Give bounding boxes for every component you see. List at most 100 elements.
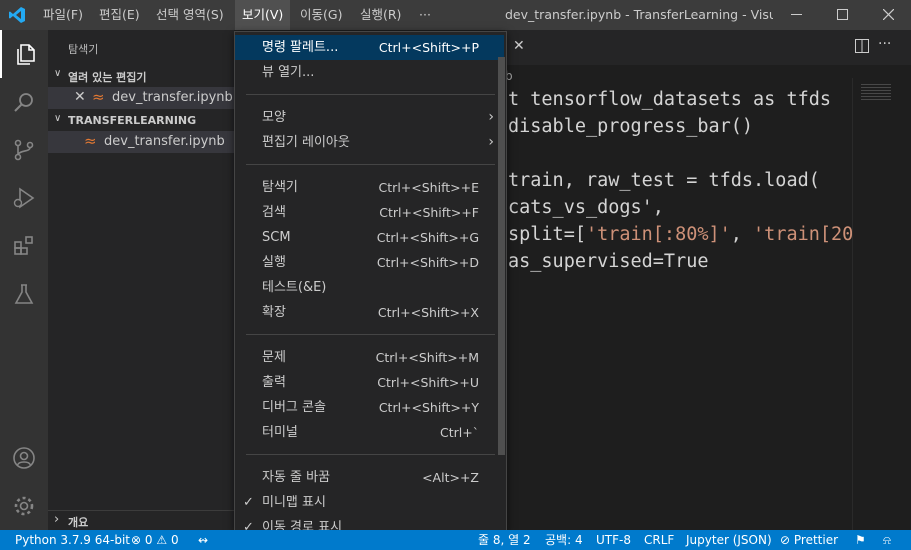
- menu-item-shortcut: Ctrl+<Shift>+M: [375, 350, 479, 365]
- menu-item-label: 자동 줄 바꿈: [262, 470, 331, 485]
- menu-separator: [246, 334, 495, 335]
- project-filename: dev_transfer.ipynb: [104, 134, 225, 149]
- menu-item[interactable]: 자동 줄 바꿈 <Alt>+Z: [235, 465, 504, 490]
- vscode-logo-icon: [8, 6, 26, 24]
- code-line: split=['train[:80%]', 'train[20%: [508, 224, 855, 245]
- menu-item-shortcut: Ctrl+<Shift>+F: [379, 205, 479, 220]
- tab-close-icon[interactable]: ✕: [513, 38, 525, 54]
- menu-view[interactable]: 보기(V): [235, 0, 291, 30]
- notifications-bell-icon[interactable]: ⍾: [883, 530, 891, 550]
- code-token: train, raw_test = tfds.load(: [508, 170, 820, 191]
- code-line: disable_progress_bar(): [508, 116, 753, 137]
- feedback-icon[interactable]: ⚑: [855, 530, 866, 550]
- menu-item[interactable]: 실행 Ctrl+<Shift>+D: [235, 250, 504, 275]
- close-window-button[interactable]: [865, 0, 911, 30]
- checkmark-icon: ✓: [243, 495, 254, 510]
- end-of-line[interactable]: CRLF: [644, 530, 674, 550]
- split-editor-icon: [855, 39, 869, 53]
- code-token: cats_vs_dogs',: [508, 197, 664, 218]
- manage-activity[interactable]: [0, 482, 48, 530]
- menu-item-shortcut: Ctrl+<Shift>+E: [378, 180, 479, 195]
- menu-item[interactable]: ✓ 미니맵 표시: [235, 490, 504, 515]
- menu-separator: [246, 164, 495, 165]
- testing-activity[interactable]: [0, 270, 48, 318]
- menu-go[interactable]: 이동(G): [293, 0, 349, 30]
- code-line: train, raw_test = tfds.load(: [508, 170, 820, 191]
- menu-item[interactable]: 문제 Ctrl+<Shift>+M: [235, 345, 504, 370]
- menu-item-shortcut: Ctrl+<Shift>+X: [377, 305, 479, 320]
- chevron-right-icon: ›: [488, 109, 494, 125]
- extensions-activity[interactable]: [0, 222, 48, 270]
- flask-icon: [14, 284, 34, 304]
- menu-more[interactable]: ···: [412, 0, 438, 30]
- menu-item[interactable]: 터미널 Ctrl+`: [235, 420, 504, 445]
- menu-separator: [246, 94, 495, 95]
- menu-scrollbar[interactable]: [498, 57, 505, 455]
- project-label: TRANSFERLEARNING: [68, 114, 197, 127]
- menu-item[interactable]: 뷰 열기...: [235, 60, 504, 85]
- code-token: split=[: [508, 224, 586, 245]
- menu-item-label: 뷰 열기...: [262, 65, 315, 80]
- open-editors-header[interactable]: ∨ 열려 있는 편집기: [48, 66, 234, 86]
- sidebar-title: 탐색기: [68, 43, 99, 56]
- menu-item[interactable]: 명령 팔레트... Ctrl+<Shift>+P: [235, 35, 504, 60]
- close-icon[interactable]: ✕: [74, 89, 86, 105]
- menu-item-label: 실행: [262, 255, 286, 270]
- string-token: 'train[20%: [753, 224, 855, 245]
- menu-item[interactable]: 검색 Ctrl+<Shift>+F: [235, 200, 504, 225]
- code-line: t tensorflow_datasets as tfds: [508, 89, 831, 110]
- menu-item[interactable]: 확장 Ctrl+<Shift>+X: [235, 300, 504, 325]
- maximize-button[interactable]: [819, 0, 865, 30]
- open-editor-item[interactable]: ✕ ≈ dev_transfer.ipynb: [48, 87, 234, 109]
- code-token: ,: [730, 224, 754, 245]
- menu-item-shortcut: Ctrl+`: [440, 425, 479, 440]
- menu-item[interactable]: 모양 ›: [235, 105, 504, 130]
- indentation[interactable]: 공백: 4: [545, 530, 583, 550]
- chevron-right-icon: ›: [488, 134, 494, 150]
- minimap[interactable]: [852, 78, 909, 533]
- split-editor-button[interactable]: [855, 39, 871, 55]
- menu-item-label: 미니맵 표시: [262, 495, 326, 510]
- menu-item-label: 명령 팔레트...: [262, 40, 339, 55]
- menu-run[interactable]: 실행(R): [353, 0, 408, 30]
- live-share-icon[interactable]: ↭: [198, 530, 208, 550]
- menu-item[interactable]: 편집기 레이아웃 ›: [235, 130, 504, 155]
- string-token: 'train[:80%]': [585, 224, 731, 245]
- menu-file[interactable]: 파일(F): [36, 0, 90, 30]
- menu-item[interactable]: 테스트(&E): [235, 275, 504, 300]
- open-editors-label: 열려 있는 편집기: [68, 71, 147, 84]
- menu-item[interactable]: 디버그 콘솔 Ctrl+<Shift>+Y: [235, 395, 504, 420]
- warning-icon: ⚠: [156, 533, 168, 547]
- title-bar: 파일(F) 편집(E) 선택 영역(S) 보기(V) 이동(G) 실행(R) ·…: [0, 0, 911, 30]
- minimize-button[interactable]: [773, 0, 819, 30]
- search-activity[interactable]: [0, 78, 48, 126]
- maximize-icon: [837, 9, 848, 20]
- more-actions-button[interactable]: ···: [878, 36, 891, 52]
- explorer-activity[interactable]: [0, 30, 48, 78]
- menu-item-label: 문제: [262, 350, 286, 365]
- file-tree-item[interactable]: ≈ dev_transfer.ipynb: [48, 131, 234, 153]
- project-header[interactable]: ∨ TRANSFERLEARNING: [48, 111, 234, 131]
- outline-header[interactable]: › 개요: [48, 510, 234, 531]
- menu-item[interactable]: 탐색기 Ctrl+<Shift>+E: [235, 175, 504, 200]
- run-debug-activity[interactable]: [0, 174, 48, 222]
- menu-selection[interactable]: 선택 영역(S): [149, 0, 231, 30]
- language-mode[interactable]: Jupyter (JSON): [686, 530, 772, 550]
- menu-item-label: 모양: [262, 110, 286, 125]
- python-interpreter[interactable]: Python 3.7.9 64-bit: [15, 530, 130, 550]
- menu-item[interactable]: SCM Ctrl+<Shift>+G: [235, 225, 504, 250]
- notebook-editor[interactable]: b t tensorflow_datasets as tfds disable_p…: [505, 65, 911, 530]
- menu-item[interactable]: 출력 Ctrl+<Shift>+U: [235, 370, 504, 395]
- menu-edit[interactable]: 편집(E): [92, 0, 147, 30]
- source-control-activity[interactable]: [0, 126, 48, 174]
- code-line: cats_vs_dogs',: [508, 197, 664, 218]
- cursor-position[interactable]: 줄 8, 열 2: [478, 530, 531, 550]
- close-icon: [883, 9, 894, 20]
- menu-item-label: SCM: [262, 230, 291, 245]
- accounts-activity[interactable]: [0, 434, 48, 482]
- code-cell[interactable]: t tensorflow_datasets as tfds disable_pro…: [505, 89, 855, 289]
- encoding[interactable]: UTF-8: [596, 530, 631, 550]
- check-circle-icon: ⊘: [780, 533, 791, 547]
- problems-indicator[interactable]: ⊗ 0 ⚠ 0: [131, 530, 179, 550]
- prettier-status[interactable]: ⊘ Prettier: [780, 530, 838, 550]
